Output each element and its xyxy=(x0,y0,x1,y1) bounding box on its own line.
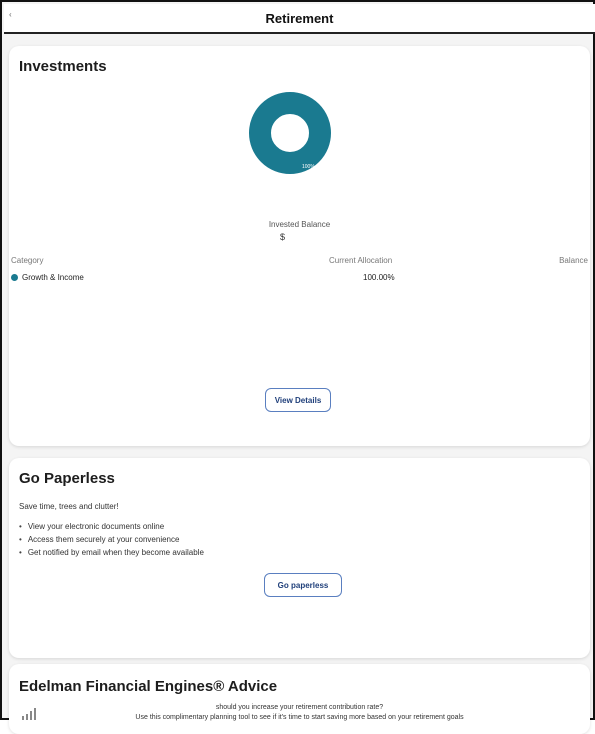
column-header-balance: Balance xyxy=(559,256,588,265)
allocation-row-percent: 100.00% xyxy=(363,273,395,282)
advice-question: should you increase your retirement cont… xyxy=(215,704,384,711)
back-icon[interactable]: ‹ xyxy=(9,10,12,19)
donut-percent-label: 100% xyxy=(302,164,315,170)
go-paperless-button[interactable]: Go paperless xyxy=(264,573,342,597)
top-bar: ‹ Retirement xyxy=(4,4,595,34)
column-header-current-allocation: Current Allocation xyxy=(329,256,393,265)
benefit-item: Access them securely at your convenience xyxy=(19,535,204,548)
category-name: Growth & Income xyxy=(22,273,84,282)
invested-balance-label: Invested Balance xyxy=(268,220,331,229)
view-details-button[interactable]: View Details xyxy=(265,388,331,412)
benefit-item: View your electronic documents online xyxy=(19,522,204,535)
allocation-donut-chart: 100% xyxy=(249,92,331,174)
go-paperless-subtitle: Save time, trees and clutter! xyxy=(19,502,119,511)
allocation-row-category: Growth & Income xyxy=(11,273,84,282)
investments-card: Investments 100% Invested Balance $ Cate… xyxy=(9,46,590,446)
advice-title: Edelman Financial Engines® Advice xyxy=(19,678,278,695)
benefit-item: Get notified by email when they become a… xyxy=(19,548,204,561)
go-paperless-card: Go Paperless Save time, trees and clutte… xyxy=(9,458,590,658)
investments-title: Investments xyxy=(19,58,107,75)
invested-balance-value: $ xyxy=(280,232,286,242)
go-paperless-benefits-list: View your electronic documents online Ac… xyxy=(19,522,204,561)
donut-segment-growth-income xyxy=(249,92,331,174)
column-header-category: Category xyxy=(11,256,44,265)
go-paperless-title: Go Paperless xyxy=(19,470,115,487)
advice-card: Edelman Financial Engines® Advice should… xyxy=(9,664,590,734)
category-color-dot-icon xyxy=(11,274,18,281)
app-frame: ‹ Retirement Investments 100% Invested B… xyxy=(0,0,595,734)
page-title: Retirement xyxy=(265,10,334,26)
